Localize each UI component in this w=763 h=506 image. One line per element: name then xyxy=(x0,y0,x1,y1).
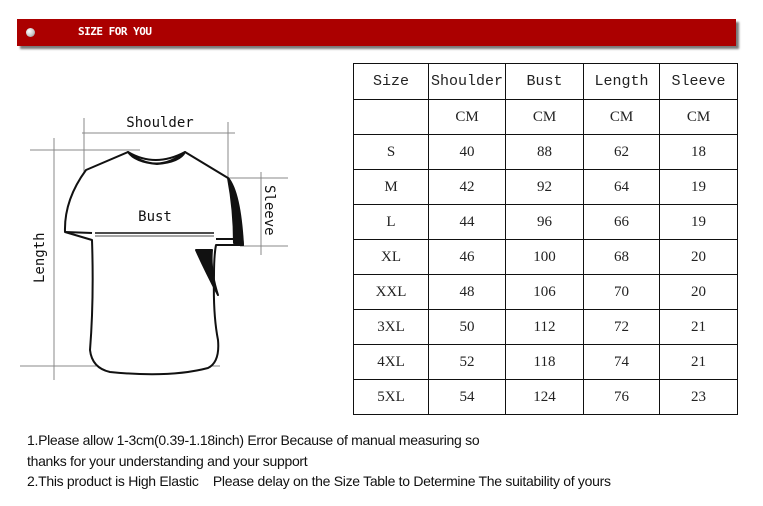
size-cell: XXL xyxy=(353,274,429,310)
note-line: 1.Please allow 1-3cm(0.39-1.18inch) Erro… xyxy=(27,432,480,448)
size-banner: SIZE FOR YOU xyxy=(17,19,736,46)
header-length: Length xyxy=(583,63,660,100)
size-chart-table: Size Shoulder Bust Length Sleeve CM CM C… xyxy=(353,63,738,415)
measurement-cell: 68 xyxy=(583,239,660,275)
header-size: Size xyxy=(353,63,429,100)
units-row: CM CM CM CM xyxy=(353,99,738,135)
unit-cell: CM xyxy=(505,99,584,135)
measurement-cell: 100 xyxy=(505,239,584,275)
measurement-cell: 46 xyxy=(428,239,506,275)
header-sleeve: Sleeve xyxy=(659,63,738,100)
size-cell: 3XL xyxy=(353,309,429,345)
table-row: 3XL 50 112 72 21 xyxy=(353,309,738,345)
sleeve-label: Sleeve xyxy=(261,185,277,236)
measurement-cell: 19 xyxy=(659,169,738,205)
measurement-cell: 74 xyxy=(583,344,660,380)
measurement-cell: 52 xyxy=(428,344,506,380)
header-shoulder: Shoulder xyxy=(428,63,506,100)
measurement-cell: 48 xyxy=(428,274,506,310)
measurement-cell: 96 xyxy=(505,204,584,240)
left-cuff xyxy=(64,231,93,234)
measurement-cell: 21 xyxy=(659,309,738,345)
unit-cell: CM xyxy=(583,99,660,135)
measurement-cell: 76 xyxy=(583,379,660,415)
bust-label: Bust xyxy=(138,209,172,225)
size-cell: M xyxy=(353,169,429,205)
measurement-cell: 92 xyxy=(505,169,584,205)
notes: 1.Please allow 1-3cm(0.39-1.18inch) Erro… xyxy=(27,430,611,492)
measurement-cell: 64 xyxy=(583,169,660,205)
measurement-cell: 124 xyxy=(505,379,584,415)
measurement-cell: 62 xyxy=(583,134,660,170)
size-cell: 4XL xyxy=(353,344,429,380)
measurement-cell: 20 xyxy=(659,274,738,310)
tshirt-measurement-diagram: Shoulder Bust Sleeve Length xyxy=(20,115,288,380)
measurement-cell: 42 xyxy=(428,169,506,205)
table-body: S 40 88 62 18 M 42 92 64 19 L 44 96 66 19 XL 46 100 68 20 XX… xyxy=(353,134,738,415)
unit-cell: CM xyxy=(428,99,506,135)
shoulder-label: Shoulder xyxy=(126,115,193,131)
measurement-cell: 70 xyxy=(583,274,660,310)
size-cell: XL xyxy=(353,239,429,275)
note-line: thanks for your understanding and your s… xyxy=(27,452,308,469)
measurement-cell: 112 xyxy=(505,309,584,345)
measurement-cell: 20 xyxy=(659,239,738,275)
table-row: 4XL 52 118 74 21 xyxy=(353,344,738,380)
measurement-cell: 23 xyxy=(659,379,738,415)
table-row: XXL 48 106 70 20 xyxy=(353,274,738,310)
table-row: XL 46 100 68 20 xyxy=(353,239,738,275)
tshirt-outline xyxy=(63,151,244,376)
measurement-cell: 118 xyxy=(505,344,584,380)
measurement-cell: 18 xyxy=(659,134,738,170)
measurement-cell: 44 xyxy=(428,204,506,240)
measurement-cell: 88 xyxy=(505,134,584,170)
banner-title: SIZE FOR YOU xyxy=(78,25,152,38)
measurement-cell: 40 xyxy=(428,134,506,170)
measurement-cell: 50 xyxy=(428,309,506,345)
size-cell: 5XL xyxy=(353,379,429,415)
unit-cell: CM xyxy=(659,99,738,135)
note-line: 2.This product is High Elastic Please de… xyxy=(27,473,611,489)
measurement-cell: 106 xyxy=(505,274,584,310)
header-bust: Bust xyxy=(505,63,584,100)
table-row: M 42 92 64 19 xyxy=(353,169,738,205)
length-label: Length xyxy=(32,232,48,283)
measurement-cell: 66 xyxy=(583,204,660,240)
size-cell: L xyxy=(353,204,429,240)
table-header-row: Size Shoulder Bust Length Sleeve xyxy=(353,63,738,100)
unit-cell xyxy=(353,99,429,135)
measurement-cell: 54 xyxy=(428,379,506,415)
measurement-cell: 72 xyxy=(583,309,660,345)
table-row: L 44 96 66 19 xyxy=(353,204,738,240)
measurement-cell: 19 xyxy=(659,204,738,240)
table-row: 5XL 54 124 76 23 xyxy=(353,379,738,415)
size-cell: S xyxy=(353,134,429,170)
measurement-cell: 21 xyxy=(659,344,738,380)
bullet-icon xyxy=(26,28,35,37)
table-row: S 40 88 62 18 xyxy=(353,134,738,170)
